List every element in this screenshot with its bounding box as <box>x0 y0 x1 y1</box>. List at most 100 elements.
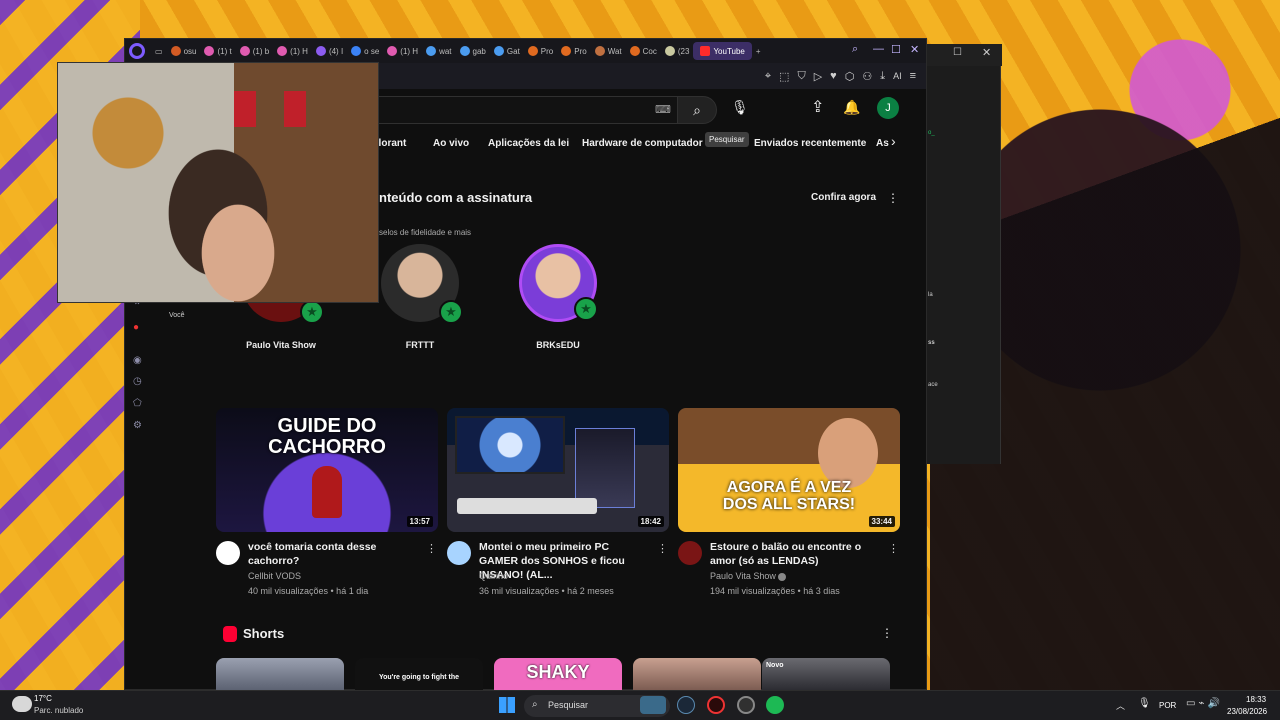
confira-agora-button[interactable]: Confira agora <box>811 192 876 203</box>
more-options-icon[interactable]: ⋮ <box>881 626 893 640</box>
live-icon[interactable]: ● <box>133 322 139 333</box>
history-icon[interactable]: ◷ <box>133 376 142 387</box>
short-card[interactable] <box>216 658 344 691</box>
channel-avatar[interactable] <box>447 541 471 565</box>
browser-tab[interactable]: Gat <box>490 42 524 60</box>
play-icon[interactable]: ▷ <box>814 70 822 83</box>
channel-avatar[interactable] <box>678 541 702 565</box>
chevron-up-icon[interactable]: ︿ <box>1116 699 1125 712</box>
browser-tab[interactable]: gab <box>456 42 490 60</box>
upload-icon[interactable]: ⇪ <box>811 97 824 117</box>
search-highlight-icon[interactable] <box>640 696 666 714</box>
video-card[interactable]: 18:42 Montei o meu primeiro PC GAMER dos… <box>447 408 669 596</box>
weather-icon[interactable] <box>12 696 32 712</box>
pin-icon[interactable]: ⌖ <box>765 70 771 83</box>
clock-time[interactable]: 18:33 <box>1246 695 1266 704</box>
snapshot-icon[interactable]: ⬚ <box>779 70 789 83</box>
video-thumbnail[interactable]: 18:42 <box>447 408 669 532</box>
video-thumbnail[interactable]: GUIDE DO CACHORRO 13:57 <box>216 408 438 532</box>
browser-tab[interactable]: osu <box>167 42 201 60</box>
video-card[interactable]: GUIDE DO CACHORRO 13:57 você tomaria con… <box>216 408 438 596</box>
chip[interactable]: Enviados recentemente <box>754 138 866 149</box>
channel-name[interactable]: Cellbit VODS <box>248 571 301 581</box>
shield-icon[interactable]: ⛉ <box>797 70 805 83</box>
player-icon[interactable]: ◉ <box>133 355 142 366</box>
search-icon: ⌕ <box>693 101 701 118</box>
microphone-icon[interactable]: 🎙 <box>731 99 749 116</box>
short-card[interactable]: You're going to fight the <box>355 658 483 691</box>
video-title[interactable]: Estoure o balão ou encontre o amor (só a… <box>710 540 880 568</box>
system-tray-icons[interactable]: ▭⌁🔊 <box>1186 698 1223 709</box>
chip[interactable]: Hardware de computador <box>582 138 703 149</box>
wallet-icon[interactable]: ⚇ <box>862 70 872 83</box>
browser-tab[interactable]: (4) I <box>312 42 347 60</box>
puzzle-icon[interactable]: ⬠ <box>133 398 142 409</box>
search-input[interactable]: r <box>325 96 685 124</box>
clock-date[interactable]: 23/08/2026 <box>1227 707 1267 716</box>
maximize-icon[interactable]: ☐ <box>953 47 962 58</box>
short-card[interactable]: SHAKY <box>494 658 622 691</box>
video-thumbnail[interactable]: AGORA É A VEZ DOS ALL STARS! 33:44 <box>678 408 900 532</box>
menu-icon[interactable]: ≡ <box>910 70 916 82</box>
short-card[interactable] <box>633 658 761 691</box>
channel-name[interactable]: Quirino <box>479 571 508 581</box>
browser-tab[interactable]: wat <box>422 42 455 60</box>
tab-favicon-icon <box>527 46 538 56</box>
more-options-icon[interactable]: ⋮ <box>888 542 899 555</box>
browser-tab[interactable]: Pro <box>557 42 590 60</box>
maximize-icon[interactable]: ☐ <box>891 43 901 56</box>
video-card[interactable]: AGORA É A VEZ DOS ALL STARS! 33:44 Estou… <box>678 408 900 596</box>
chevron-right-icon[interactable]: › <box>891 133 896 149</box>
tab-label: (1) t <box>217 46 232 56</box>
creator-card[interactable]: ★ FRTTT <box>365 244 475 350</box>
new-tab-button[interactable]: + <box>752 42 765 60</box>
keyboard-icon[interactable]: ⌨ <box>655 103 671 116</box>
notifications-icon[interactable]: 🔔 <box>843 99 860 116</box>
more-options-icon[interactable]: ⋮ <box>426 542 437 555</box>
browser-tab[interactable]: (1) H <box>383 42 422 60</box>
browser-tab[interactable]: (1) b <box>236 42 273 60</box>
language-indicator[interactable]: POR <box>1159 701 1176 710</box>
weather-temperature[interactable]: 17°C <box>34 694 52 703</box>
steam-icon[interactable] <box>677 696 695 714</box>
tab-youtube[interactable]: YouTube <box>693 42 752 60</box>
chip[interactable]: As <box>876 138 889 149</box>
channel-name[interactable]: Paulo Vita Show <box>710 571 786 581</box>
heart-icon[interactable]: ♥ <box>830 70 837 82</box>
browser-tab[interactable]: (1) H <box>273 42 312 60</box>
download-icon[interactable]: ⤓ <box>880 70 885 83</box>
spotify-icon[interactable] <box>766 696 784 714</box>
opera-icon[interactable] <box>707 696 725 714</box>
microphone-icon[interactable]: 🎙 <box>1138 698 1151 709</box>
weather-description[interactable]: Parc. nublado <box>34 706 83 715</box>
more-options-icon[interactable]: ⋮ <box>657 542 668 555</box>
opera-logo-icon[interactable] <box>129 43 145 59</box>
more-options-icon[interactable]: ⋮ <box>887 191 899 205</box>
secondary-window[interactable]: o_ la ss ace <box>926 44 1001 464</box>
ai-button[interactable]: AI <box>893 71 902 81</box>
close-icon[interactable]: ✕ <box>910 43 919 56</box>
browser-tab[interactable]: Pro <box>524 42 557 60</box>
browser-tab[interactable]: o se <box>347 42 383 60</box>
browser-tab[interactable]: (1) t <box>200 42 235 60</box>
settings-icon[interactable]: ⚙ <box>133 420 142 431</box>
channel-avatar[interactable] <box>216 541 240 565</box>
search-button[interactable]: ⌕ <box>677 96 717 124</box>
workspace-icon[interactable]: ▭ <box>151 42 167 60</box>
obs-icon[interactable] <box>737 696 755 714</box>
chip[interactable]: Ao vivo <box>433 138 469 149</box>
search-tabs-icon[interactable]: ⌕ <box>852 43 858 56</box>
close-icon[interactable]: ✕ <box>982 46 991 59</box>
short-card[interactable]: Novo <box>762 658 890 691</box>
creator-card[interactable]: ★ BRKsEDU <box>503 244 613 350</box>
windows-start-icon[interactable] <box>499 697 515 713</box>
extensions-icon[interactable]: ⬡ <box>845 70 855 83</box>
browser-tab[interactable]: Wat <box>591 42 626 60</box>
avatar[interactable]: J <box>877 97 899 119</box>
video-title[interactable]: você tomaria conta desse cachorro? <box>248 540 418 568</box>
thumbnail-pc-case <box>575 428 635 508</box>
browser-tab[interactable]: (23 <box>661 42 694 60</box>
browser-tab[interactable]: Coc <box>626 42 661 60</box>
chip[interactable]: Aplicações da lei <box>488 138 569 149</box>
minimize-icon[interactable]: — <box>873 43 884 55</box>
